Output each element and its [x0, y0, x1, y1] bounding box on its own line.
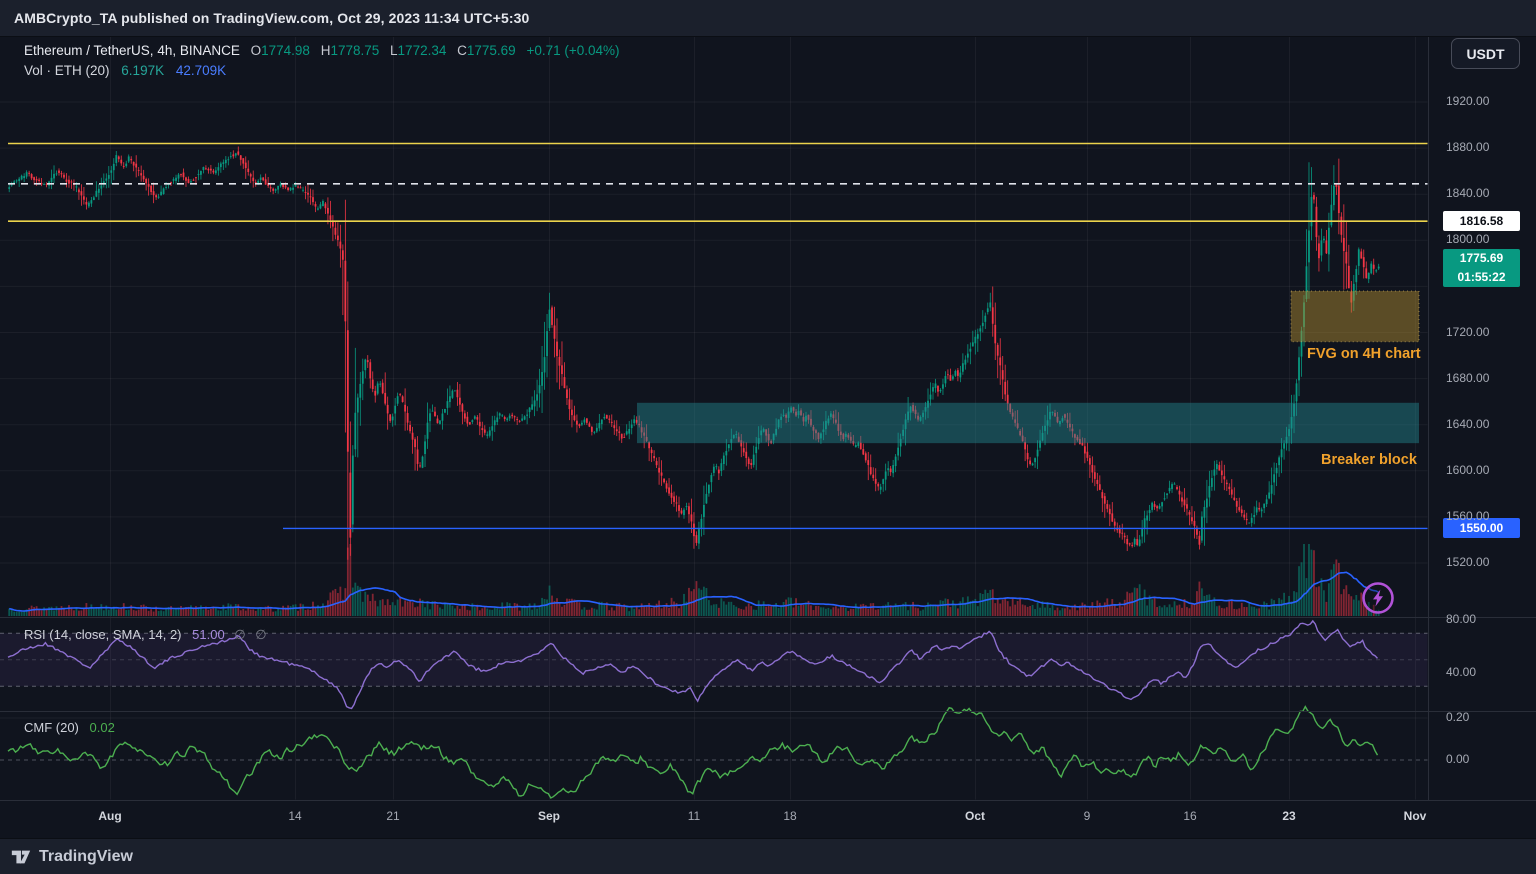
candle-countdown: 01:55:22: [1443, 268, 1520, 287]
volume-value: 6.197K: [121, 63, 164, 78]
open-label: O: [251, 43, 262, 58]
volume-ma-value: 42.709K: [176, 63, 226, 78]
published-attribution: AMBCrypto_TA published on TradingView.co…: [14, 10, 529, 26]
time-tick-label: 14: [265, 809, 325, 823]
cmf-legend-row[interactable]: CMF (20) 0.02: [24, 720, 115, 735]
rsi-tick-label: 80.00: [1446, 612, 1476, 626]
cmf-indicator-label[interactable]: CMF (20): [24, 720, 79, 735]
fvg-annotation-label[interactable]: FVG on 4H chart: [1307, 346, 1421, 362]
price-tick-label: 1600.00: [1446, 463, 1489, 477]
symbol-title[interactable]: Ethereum / TetherUS, 4h, BINANCE: [24, 43, 240, 58]
currency-toggle-button[interactable]: USDT: [1451, 38, 1520, 69]
rsi-empty-value-1: ∅: [234, 627, 245, 642]
time-tick-label: 16: [1160, 809, 1220, 823]
high-label: H: [321, 43, 331, 58]
cmf-tick-label: 0.20: [1446, 710, 1469, 724]
price-tick-label: 1880.00: [1446, 140, 1489, 154]
price-tick-label: 1560.00: [1446, 509, 1489, 523]
time-tick-label: Oct: [945, 809, 1005, 823]
time-tick-label: 9: [1057, 809, 1117, 823]
price-tick-label: 1720.00: [1446, 325, 1489, 339]
price-tick-label: 1840.00: [1446, 186, 1489, 200]
rsi-tick-label: 40.00: [1446, 665, 1476, 679]
price-tick-label: 1920.00: [1446, 94, 1489, 108]
symbol-legend-row[interactable]: Ethereum / TetherUS, 4h, BINANCE O1774.9…: [24, 41, 620, 61]
high-value: 1778.75: [330, 43, 379, 58]
time-tick-label: 21: [363, 809, 423, 823]
cmf-value: 0.02: [90, 720, 115, 735]
tradingview-brand[interactable]: TradingView: [10, 846, 133, 868]
volume-legend-row[interactable]: Vol · ETH (20) 6.197K 42.709K: [24, 61, 620, 81]
price-tick-label: 1640.00: [1446, 417, 1489, 431]
cmf-tick-label: 0.00: [1446, 752, 1469, 766]
chart-canvas[interactable]: [0, 0, 1536, 874]
low-value: 1772.34: [398, 43, 447, 58]
change-value: +0.71 (+0.04%): [526, 43, 619, 58]
rsi-legend-row[interactable]: RSI (14, close, SMA, 14, 2) 51.00 ∅ ∅: [24, 627, 267, 643]
tradingview-brand-text: TradingView: [39, 848, 133, 866]
volume-indicator-label[interactable]: Vol · ETH (20): [24, 63, 110, 78]
time-tick-label: Sep: [519, 809, 579, 823]
time-tick-label: 23: [1259, 809, 1319, 823]
footer-bar: TradingView: [0, 838, 1536, 874]
time-tick-label: 11: [664, 809, 724, 823]
time-tick-label: Nov: [1385, 809, 1445, 823]
price-tick-label: 1800.00: [1446, 232, 1489, 246]
close-label: C: [457, 43, 467, 58]
flash-idea-icon[interactable]: [1364, 584, 1393, 613]
time-tick-label: 18: [760, 809, 820, 823]
price-tick-label: 1520.00: [1446, 555, 1489, 569]
last-price-value: 1775.69: [1443, 249, 1520, 268]
breaker-annotation-label[interactable]: Breaker block: [1321, 452, 1417, 468]
published-header-bar: AMBCrypto_TA published on TradingView.co…: [0, 0, 1536, 37]
tradingview-logo-icon: [10, 846, 32, 868]
rsi-value: 51.00: [192, 627, 225, 642]
close-value: 1775.69: [467, 43, 516, 58]
last-price-label: 1775.69 01:55:22: [1443, 249, 1520, 287]
low-label: L: [390, 43, 398, 58]
chart-legend: Ethereum / TetherUS, 4h, BINANCE O1774.9…: [24, 41, 620, 81]
resistance-price-label: 1816.58: [1443, 211, 1520, 231]
tradingview-published-chart: AMBCrypto_TA published on TradingView.co…: [0, 0, 1536, 874]
open-value: 1774.98: [261, 43, 310, 58]
price-tick-label: 1680.00: [1446, 371, 1489, 385]
rsi-empty-value-2: ∅: [255, 627, 266, 642]
rsi-indicator-label[interactable]: RSI (14, close, SMA, 14, 2): [24, 627, 182, 642]
time-tick-label: Aug: [80, 809, 140, 823]
